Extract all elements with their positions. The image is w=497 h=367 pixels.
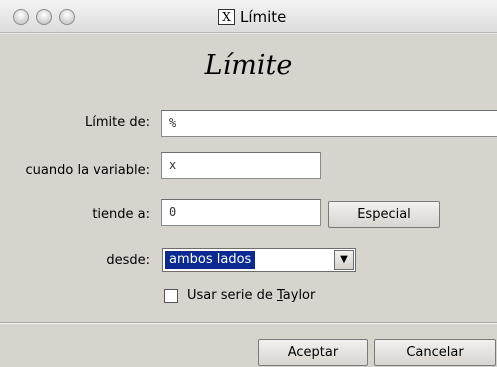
taylor-checkbox[interactable] (164, 289, 178, 303)
tends-to-label: tiende a: (92, 207, 150, 222)
zoom-window-button[interactable] (59, 9, 75, 25)
direction-select[interactable]: ambos lados ▼ (162, 248, 356, 272)
taylor-label-text-end: aylor (282, 288, 316, 303)
dialog-heading: Límite (204, 50, 293, 81)
taylor-label-text: Usar serie de (187, 288, 277, 303)
variable-label: cuando la variable: (25, 163, 150, 178)
button-row-separator (0, 322, 497, 324)
close-window-button[interactable] (13, 9, 29, 25)
limit-of-input[interactable]: % (161, 110, 497, 137)
direction-label: desde: (106, 253, 150, 268)
x11-app-icon: X (218, 9, 235, 25)
tends-to-input[interactable]: 0 (161, 199, 321, 226)
cancel-button[interactable]: Cancelar (374, 339, 496, 366)
variable-input[interactable]: x (161, 152, 321, 179)
chevron-down-icon[interactable]: ▼ (334, 250, 354, 270)
accept-button[interactable]: Aceptar (258, 339, 368, 366)
title-bar: X Límite (0, 0, 497, 33)
direction-selected-value: ambos lados (165, 251, 256, 269)
minimize-window-button[interactable] (36, 9, 52, 25)
limit-of-label: Límite de: (85, 115, 150, 130)
special-button[interactable]: Especial (328, 201, 440, 228)
taylor-label[interactable]: Usar serie de Taylor (187, 287, 315, 305)
window-title: Límite (240, 8, 287, 26)
